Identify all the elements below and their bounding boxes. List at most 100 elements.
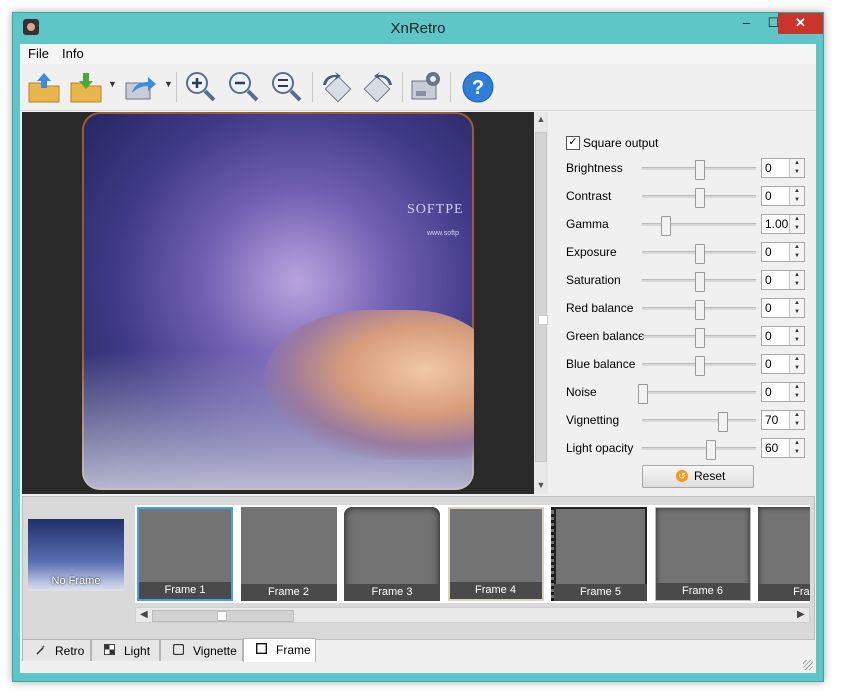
value-field[interactable]: 0 bbox=[765, 161, 772, 175]
save-folder-icon[interactable] bbox=[68, 69, 104, 105]
tab-vignette[interactable]: Vignette bbox=[160, 639, 243, 661]
frame-thumbnail[interactable]: Frame 5 bbox=[551, 507, 647, 601]
scroll-down-arrow[interactable]: ▼ bbox=[534, 480, 548, 490]
zoom-out-icon[interactable] bbox=[226, 69, 262, 105]
tab-frame[interactable]: Frame bbox=[243, 638, 316, 662]
slider-track[interactable] bbox=[642, 440, 756, 460]
screen-capture-icon[interactable] bbox=[408, 69, 444, 105]
frame-list: Frame 1 Frame 2 Frame 3 Frame 4 Frame 5 Frame… bbox=[135, 505, 810, 603]
frame-thumbnail[interactable]: Frame 3 bbox=[344, 507, 440, 601]
slider-handle[interactable] bbox=[695, 272, 705, 292]
slider-handle[interactable] bbox=[695, 328, 705, 348]
share-dropdown-arrow[interactable]: ▼ bbox=[164, 79, 173, 89]
value-spinbox[interactable]: 0 ▲ ▼ bbox=[761, 186, 805, 206]
slider-track[interactable] bbox=[642, 412, 756, 432]
spin-buttons-icon[interactable]: ▲ ▼ bbox=[789, 411, 804, 429]
tab-light[interactable]: Light bbox=[91, 639, 160, 661]
zoom-fit-icon[interactable] bbox=[269, 69, 305, 105]
slider-track[interactable] bbox=[642, 328, 756, 348]
slider-label: Blue balance bbox=[566, 357, 636, 371]
frames-horizontal-scrollbar[interactable]: ◀ ▶ bbox=[135, 607, 810, 623]
tab-retro[interactable]: Retro bbox=[22, 639, 91, 661]
scroll-up-arrow[interactable]: ▲ bbox=[534, 114, 548, 124]
value-field[interactable]: 0 bbox=[765, 329, 772, 343]
value-field[interactable]: 0 bbox=[765, 357, 772, 371]
save-dropdown-arrow[interactable]: ▼ bbox=[108, 79, 117, 89]
scroll-left-arrow[interactable]: ◀ bbox=[140, 609, 148, 620]
rotate-right-icon[interactable] bbox=[361, 69, 397, 105]
value-spinbox[interactable]: 1.00 ▲ ▼ bbox=[761, 214, 805, 234]
scroll-thumb[interactable] bbox=[535, 132, 548, 462]
value-field[interactable]: 1.00 bbox=[765, 217, 788, 231]
slider-track[interactable] bbox=[642, 244, 756, 264]
spin-buttons-icon[interactable]: ▲ ▼ bbox=[789, 299, 804, 317]
spin-buttons-icon[interactable]: ▲ ▼ bbox=[789, 383, 804, 401]
slider-handle[interactable] bbox=[695, 244, 705, 264]
slider-handle[interactable] bbox=[695, 188, 705, 208]
slider-track[interactable] bbox=[638, 384, 756, 404]
menu-info[interactable]: Info bbox=[62, 46, 84, 61]
rotate-left-icon[interactable] bbox=[318, 69, 354, 105]
value-field[interactable]: 0 bbox=[765, 385, 772, 399]
spin-buttons-icon[interactable]: ▲ ▼ bbox=[789, 271, 804, 289]
slider-track[interactable] bbox=[642, 188, 756, 208]
slider-handle[interactable] bbox=[660, 216, 671, 236]
spin-buttons-icon[interactable]: ▲ ▼ bbox=[789, 159, 804, 177]
square-output-checkbox[interactable]: ✓ bbox=[566, 136, 580, 150]
slider-track[interactable] bbox=[642, 272, 756, 292]
frame-thumbnail[interactable]: Frame 1 bbox=[137, 507, 233, 601]
spin-buttons-icon[interactable]: ▲ ▼ bbox=[789, 243, 804, 261]
menu-file[interactable]: File bbox=[28, 46, 49, 61]
reset-button[interactable]: ↺ Reset bbox=[642, 465, 754, 488]
slider-track[interactable] bbox=[642, 216, 756, 236]
slider-handle[interactable] bbox=[695, 300, 705, 320]
zoom-in-icon[interactable] bbox=[183, 69, 219, 105]
slider-handle[interactable] bbox=[717, 412, 728, 432]
spin-buttons-icon[interactable]: ▲ ▼ bbox=[789, 187, 804, 205]
spin-buttons-icon[interactable]: ▲ ▼ bbox=[789, 327, 804, 345]
preview-vertical-scrollbar[interactable]: ▲ ▼ bbox=[534, 112, 548, 494]
image-preview[interactable]: SOFTPE www.softp bbox=[22, 112, 534, 494]
window-title: XnRetro bbox=[390, 20, 446, 37]
spin-buttons-icon[interactable]: ▲ ▼ bbox=[789, 215, 804, 233]
slider-handle[interactable] bbox=[706, 440, 717, 460]
help-icon[interactable]: ? bbox=[460, 69, 496, 105]
minimize-button[interactable]: – bbox=[733, 13, 760, 34]
value-field[interactable]: 0 bbox=[765, 189, 772, 203]
value-spinbox[interactable]: 0 ▲ ▼ bbox=[761, 270, 805, 290]
slider-track[interactable] bbox=[642, 356, 756, 376]
slider-track[interactable] bbox=[642, 160, 756, 180]
close-button[interactable]: ✕ bbox=[778, 13, 823, 34]
no-frame-thumbnail[interactable]: No Frame bbox=[28, 519, 124, 591]
slider-handle[interactable] bbox=[695, 160, 705, 180]
value-field[interactable]: 0 bbox=[765, 273, 772, 287]
slider-handle[interactable] bbox=[638, 384, 648, 404]
slider-handle[interactable] bbox=[695, 356, 705, 376]
value-spinbox[interactable]: 0 ▲ ▼ bbox=[761, 158, 805, 178]
value-field[interactable]: 70 bbox=[765, 413, 778, 427]
share-export-icon[interactable] bbox=[122, 69, 158, 105]
scroll-thumb[interactable] bbox=[152, 610, 294, 622]
scroll-right-arrow[interactable]: ▶ bbox=[797, 609, 805, 620]
value-field[interactable]: 0 bbox=[765, 245, 772, 259]
value-spinbox[interactable]: 60 ▲ ▼ bbox=[761, 438, 805, 458]
frame-thumbnail[interactable]: Frame 4 bbox=[447, 507, 544, 601]
square-output-label: Square output bbox=[583, 136, 659, 150]
value-spinbox[interactable]: 0 ▲ ▼ bbox=[761, 242, 805, 262]
resize-grip-icon[interactable] bbox=[803, 660, 813, 670]
open-folder-icon[interactable] bbox=[26, 69, 62, 105]
frame-thumbnail[interactable]: Frame 6 bbox=[654, 507, 751, 601]
value-spinbox[interactable]: 0 ▲ ▼ bbox=[761, 354, 805, 374]
value-spinbox[interactable]: 0 ▲ ▼ bbox=[761, 298, 805, 318]
title-bar[interactable]: XnRetro – ☐ ✕ bbox=[13, 13, 823, 44]
spin-buttons-icon[interactable]: ▲ ▼ bbox=[789, 355, 804, 373]
frame-thumbnail[interactable]: Fram bbox=[758, 507, 810, 601]
value-field[interactable]: 0 bbox=[765, 301, 772, 315]
frame-thumbnail[interactable]: Frame 2 bbox=[240, 507, 337, 601]
slider-track[interactable] bbox=[642, 300, 756, 320]
spin-buttons-icon[interactable]: ▲ ▼ bbox=[789, 439, 804, 457]
value-spinbox[interactable]: 70 ▲ ▼ bbox=[761, 410, 805, 430]
value-field[interactable]: 60 bbox=[765, 441, 778, 455]
value-spinbox[interactable]: 0 ▲ ▼ bbox=[761, 382, 805, 402]
value-spinbox[interactable]: 0 ▲ ▼ bbox=[761, 326, 805, 346]
